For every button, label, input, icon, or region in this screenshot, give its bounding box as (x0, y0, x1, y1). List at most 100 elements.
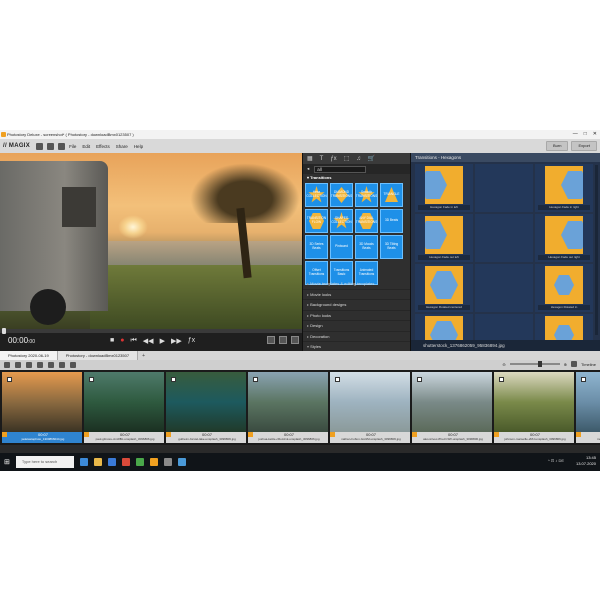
clip-checkbox-icon[interactable] (7, 377, 12, 382)
preview-monitor[interactable] (0, 153, 302, 329)
effects-icon[interactable]: ƒx (188, 337, 195, 345)
taskbar-app-icon[interactable] (79, 458, 88, 466)
storyboard-clip[interactable]: 00:07 gutheim-forstel-lake-unsplash_30968… (166, 372, 246, 443)
transitions-scrollbar[interactable] (595, 165, 598, 335)
transition-collection-tile[interactable]: SHAPES COLLECTION (330, 209, 353, 233)
transition-collection-tile[interactable]: 3D Beats (380, 209, 403, 233)
browser-section-item[interactable]: Movie templates & editing templates (303, 279, 410, 290)
cut-icon[interactable] (48, 362, 54, 368)
mouse-mode-icon[interactable] (4, 362, 10, 368)
skip-back-icon[interactable]: ⏮ (130, 337, 136, 345)
clip-checkbox-icon[interactable] (171, 377, 176, 382)
taskbar-clock[interactable]: ^ ⊡ ♪ DE 13:45 13.07.2020 (548, 455, 596, 467)
taskbar-app-icon[interactable] (107, 458, 116, 466)
back-arrow-icon[interactable]: ◂ (307, 166, 309, 172)
zoom-out-icon[interactable]: ⊖ (502, 362, 505, 367)
taskbar-app-icon[interactable] (177, 458, 186, 466)
transition-marker-icon[interactable] (494, 432, 499, 437)
transition-collection-tile[interactable]: TRANSITION FLOW (305, 209, 328, 233)
undo-icon[interactable] (15, 362, 21, 368)
zoom-slider[interactable] (509, 361, 560, 367)
section-transitions[interactable]: ▾ Transitions (303, 174, 410, 182)
zoom-slider-handle[interactable] (537, 361, 542, 367)
scrub-bar[interactable] (0, 328, 302, 334)
transition-marker-icon[interactable] (248, 432, 253, 437)
browser-section-item[interactable]: Photo looks (303, 311, 410, 321)
delete-icon[interactable] (37, 362, 43, 368)
close-icon[interactable]: ✕ (593, 130, 597, 139)
tab-project-1[interactable]: Photostory 2020-06-19 (0, 351, 58, 360)
category-filter[interactable]: all (314, 165, 367, 173)
taskbar-app-icon[interactable] (149, 458, 158, 466)
hexagon-transition-item[interactable]: Hexagon Fade in right (535, 164, 593, 212)
clip-checkbox-icon[interactable] (253, 377, 258, 382)
hexagon-transition-item[interactable]: Hexagon Fade out right (535, 214, 593, 262)
storyboard-clip[interactable]: 00:07 paul-gilmore-AmRBc-unsplash_3096806… (84, 372, 164, 443)
play-icon[interactable]: ▶ (160, 337, 165, 345)
redo-icon[interactable] (26, 362, 32, 368)
fast-forward-icon[interactable]: ▶▶ (171, 337, 182, 345)
effects-tab-icon[interactable]: ƒx (330, 156, 336, 162)
clip-checkbox-icon[interactable] (581, 377, 586, 382)
record-icon[interactable]: ● (120, 337, 124, 345)
clip-checkbox-icon[interactable] (89, 377, 94, 382)
storyboard-clip[interactable]: 00:07matthew-haaseo-unsplash.jpg (576, 372, 600, 443)
media-pool-icon[interactable]: ▦ (307, 155, 313, 162)
menu-share[interactable]: Share (116, 144, 128, 149)
rewind-icon[interactable]: ◀◀ (143, 337, 154, 345)
maximize-icon[interactable]: □ (584, 130, 587, 139)
timeline-mode-icon[interactable] (571, 361, 578, 367)
add-tab-icon[interactable]: + (138, 353, 149, 359)
burn-button[interactable]: Burn (545, 141, 569, 151)
clip-checkbox-icon[interactable] (335, 377, 340, 382)
transition-collection-tile[interactable]: 3D Moods Beats (355, 235, 378, 259)
tab-project-2[interactable]: Photostory - downloadBmx0123507 (57, 351, 139, 360)
transition-marker-icon[interactable] (576, 432, 581, 437)
transition-collection-tile[interactable]: Hexa COLLECTION (305, 183, 328, 207)
stop-icon[interactable]: ■ (110, 337, 114, 345)
display-mode-icon[interactable] (267, 336, 275, 344)
browser-section-item[interactable]: Movie looks (303, 290, 410, 300)
storyboard-clip[interactable]: 00:07 joshua-kettle-cRoAzvk-unsplash_3096… (248, 372, 328, 443)
transition-collection-tile[interactable]: Pinboard (330, 235, 353, 259)
taskbar-search[interactable]: Type here to search (15, 456, 74, 468)
fullscreen-icon[interactable] (279, 336, 287, 344)
titles-icon[interactable]: T (320, 156, 324, 162)
clip-checkbox-icon[interactable] (499, 377, 504, 382)
music-icon[interactable]: ♫ (356, 156, 361, 162)
transition-marker-icon[interactable] (330, 432, 335, 437)
save-icon[interactable] (58, 142, 66, 150)
menu-edit[interactable]: Edit (82, 144, 90, 149)
more-options-icon[interactable] (291, 336, 299, 344)
system-tray[interactable]: ^ ⊡ ♪ DE (548, 458, 564, 464)
transition-marker-icon[interactable] (2, 432, 7, 437)
transition-marker-icon[interactable] (412, 432, 417, 437)
storyboard-clip[interactable]: 00:07 ales-krivec-8hu-Fr3W-unsplash_30968… (412, 372, 492, 443)
storyboard-clip[interactable]: 00:07 jadelastaphoto_1300866044.jpg (2, 372, 82, 443)
windows-start-icon[interactable]: ⊞ (4, 458, 10, 466)
transition-collection-tile[interactable]: 3D Series Beats (305, 235, 328, 259)
taskbar-app-icon[interactable] (135, 458, 144, 466)
transition-collection-tile[interactable]: ANY DIAL TRANSITIONS (355, 209, 378, 233)
new-project-icon[interactable] (36, 142, 44, 150)
taskbar-app-icon[interactable] (163, 458, 172, 466)
text-icon[interactable] (59, 362, 65, 368)
storyboard-clip[interactable]: 00:07 nathan-hufton-GsI1M-unsplash_309680… (330, 372, 410, 443)
marker-icon[interactable] (70, 362, 76, 368)
hexagon-transition-item[interactable]: Hexagon Fade in left (415, 164, 473, 212)
transition-collection-tile[interactable]: Smooth TRANSITIONS (355, 183, 378, 207)
playhead-handle[interactable] (2, 328, 6, 334)
transition-collection-tile[interactable]: TRIANGLE (380, 183, 403, 207)
export-button[interactable]: Export (571, 141, 597, 151)
transition-marker-icon[interactable] (84, 432, 89, 437)
taskbar-app-icon[interactable] (93, 458, 102, 466)
menu-effects[interactable]: Effects (96, 144, 110, 149)
browser-section-item[interactable]: Design (303, 321, 410, 332)
hexagon-transition-item[interactable]: Hexagon Rotated in (535, 264, 593, 312)
storyboard-clip[interactable]: 00:07 johnson-marseille-2MJ-unsplash_3096… (494, 372, 574, 443)
browser-section-item[interactable]: Decoration (303, 332, 410, 342)
store-icon[interactable]: 🛒 (368, 155, 375, 162)
taskbar-app-icon[interactable] (121, 458, 130, 466)
hexagon-transition-item[interactable]: Hexagon Fade out left (415, 214, 473, 262)
menu-help[interactable]: Help (134, 144, 143, 149)
